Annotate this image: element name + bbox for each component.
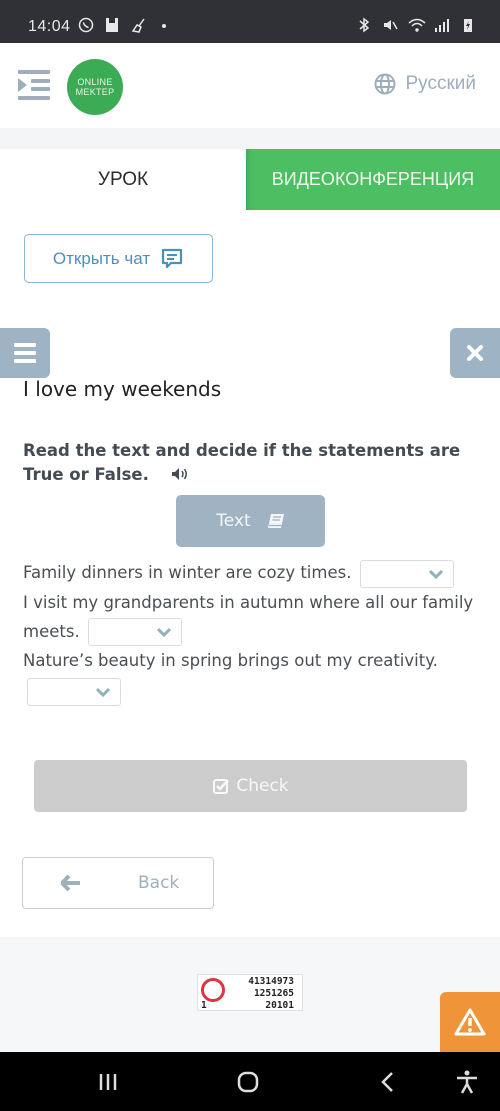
text-button[interactable]: Text [176, 495, 325, 547]
task-instruction: Read the text and decide if the statemen… [23, 439, 483, 487]
status-time: 14:04 [28, 18, 71, 35]
mute-icon [382, 17, 398, 33]
speaker-icon[interactable] [171, 467, 189, 481]
bluetooth-icon [356, 17, 372, 33]
statement-item: Nature’s beauty in spring brings out my … [23, 646, 485, 706]
back-nav-icon[interactable] [374, 1070, 402, 1094]
open-chat-button[interactable]: Открыть чат [24, 234, 213, 283]
dot-icon [156, 17, 172, 33]
true-false-dropdown[interactable] [27, 677, 121, 706]
checkbox-check-icon [213, 779, 230, 794]
hamburger-icon-line [14, 351, 36, 355]
counter-line-1: 41314973 [248, 976, 294, 987]
nav-menu-toggle[interactable] [18, 70, 50, 100]
logo-text-line2: MEKTEP [75, 87, 115, 97]
statements-list: Family dinners in winter are cozy times.… [23, 558, 485, 706]
chevron-down-icon [428, 569, 443, 579]
true-false-dropdown[interactable] [359, 559, 454, 588]
tab-lesson[interactable]: УРОК [0, 149, 246, 211]
tabs-background [0, 128, 500, 150]
back-button-label: Back [138, 873, 180, 893]
statement-item: I visit my grandparents in autumn where … [23, 588, 485, 646]
signal-icon [434, 17, 450, 33]
counter-line-3: 20101 [265, 1000, 294, 1011]
statement-item: Family dinners in winter are cozy times. [23, 558, 485, 588]
report-problem-button[interactable] [440, 992, 500, 1052]
counter-ring-icon [201, 978, 225, 1002]
visit-counter-widget[interactable]: 1 41314973 1251265 20101 [197, 974, 303, 1011]
lesson-menu-button[interactable] [0, 328, 50, 378]
check-button[interactable]: Check [34, 760, 467, 812]
language-label: Русский [405, 73, 477, 94]
counter-line-2: 1251265 [253, 988, 294, 999]
close-lesson-button[interactable] [450, 328, 500, 378]
indent-arrow-icon [18, 78, 27, 92]
language-selector[interactable]: Русский [374, 73, 477, 95]
system-navigation-bar [0, 1052, 500, 1111]
lesson-panel: Открыть чат I love my weekends Read the … [0, 210, 500, 937]
battery-charging-icon [460, 17, 476, 33]
status-bar: 14:04 [0, 0, 500, 43]
chevron-down-icon [96, 687, 110, 697]
text-button-label: Text [216, 511, 251, 531]
logo-text-line1: ONLINE [77, 77, 113, 87]
recent-apps-icon[interactable] [94, 1070, 122, 1094]
close-icon [467, 345, 483, 361]
book-icon [267, 514, 284, 528]
open-chat-label: Открыть чат [52, 248, 151, 268]
statement-text: Nature’s beauty in spring brings out my … [23, 651, 438, 670]
statement-text: Family dinners in winter are cozy times. [23, 563, 352, 582]
lesson-title: I love my weekends [23, 377, 222, 401]
check-button-label: Check [236, 776, 289, 796]
cleaner-icon [130, 17, 146, 33]
hamburger-icon [14, 343, 36, 347]
whatsapp-icon [78, 17, 94, 33]
back-button[interactable]: Back [22, 857, 214, 909]
site-header: ONLINE MEKTEP Русский [0, 43, 500, 128]
hamburger-icon-line [14, 359, 36, 363]
chevron-down-icon [156, 627, 171, 637]
accessibility-icon[interactable] [453, 1070, 481, 1094]
warning-triangle-icon [454, 1008, 486, 1036]
chat-bubble-icon [162, 248, 183, 268]
wifi-icon [408, 17, 426, 33]
home-icon[interactable] [234, 1070, 262, 1094]
save-icon [104, 17, 120, 33]
counter-left-number: 1 [201, 1000, 207, 1011]
instruction-text: Read the text and decide if the statemen… [23, 441, 461, 484]
online-mektep-logo[interactable]: ONLINE MEKTEP [67, 59, 123, 115]
arrow-left-icon [61, 875, 80, 891]
tab-videoconference[interactable]: ВИДЕОКОНФЕРЕНЦИЯ [246, 149, 500, 210]
true-false-dropdown[interactable] [87, 618, 182, 646]
globe-icon [374, 73, 395, 95]
